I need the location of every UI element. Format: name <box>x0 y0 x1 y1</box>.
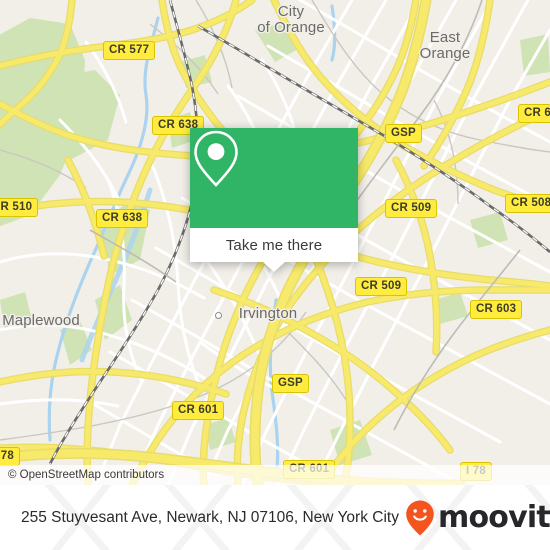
road-shield-cr601-west: CR 601 <box>172 401 225 420</box>
road-shield-cr638-lower: CR 638 <box>96 209 149 228</box>
road-shield-cr603: CR 603 <box>470 300 523 319</box>
road-shield-cr508: CR 508 <box>505 194 550 213</box>
road-shield-cr65: CR 65 <box>518 104 550 123</box>
map-pin-icon <box>194 130 238 187</box>
osm-attribution[interactable]: © OpenStreetMap contributors <box>0 465 550 485</box>
footer-address-text: 255 Stuyvesant Ave, Newark, NJ 07106, Ne… <box>21 508 399 526</box>
road-shield-cr577: CR 577 <box>103 41 156 60</box>
osm-attribution-text: © OpenStreetMap contributors <box>8 469 165 481</box>
moovit-wordmark: moovit <box>438 500 550 535</box>
road-shield-cr510: CR 510 <box>0 198 39 217</box>
map-canvas[interactable]: City of Orange East Orange Maplewood Irv… <box>0 0 550 485</box>
moovit-pin-smiley-icon <box>406 500 434 535</box>
map-screenshot-root: City of Orange East Orange Maplewood Irv… <box>0 0 550 550</box>
road-shield-i78-west: I 78 <box>0 447 20 466</box>
moovit-logo[interactable]: moovit <box>405 499 550 537</box>
road-shield-gsp-north: GSP <box>385 124 422 143</box>
popup-card-action[interactable]: Take me there <box>190 228 358 262</box>
road-shield-cr509-north: CR 509 <box>385 199 438 218</box>
take-me-there-label: Take me there <box>225 236 323 254</box>
page-footer: 255 Stuyvesant Ave, Newark, NJ 07106, Ne… <box>0 485 550 550</box>
road-shield-cr509-south: CR 509 <box>355 277 408 296</box>
location-popup-card[interactable]: Take me there <box>190 128 358 272</box>
popup-card-pointer <box>263 262 285 272</box>
road-shield-gsp-south: GSP <box>272 374 309 393</box>
popup-card-header <box>190 128 358 228</box>
city-marker-irvington <box>215 312 222 319</box>
